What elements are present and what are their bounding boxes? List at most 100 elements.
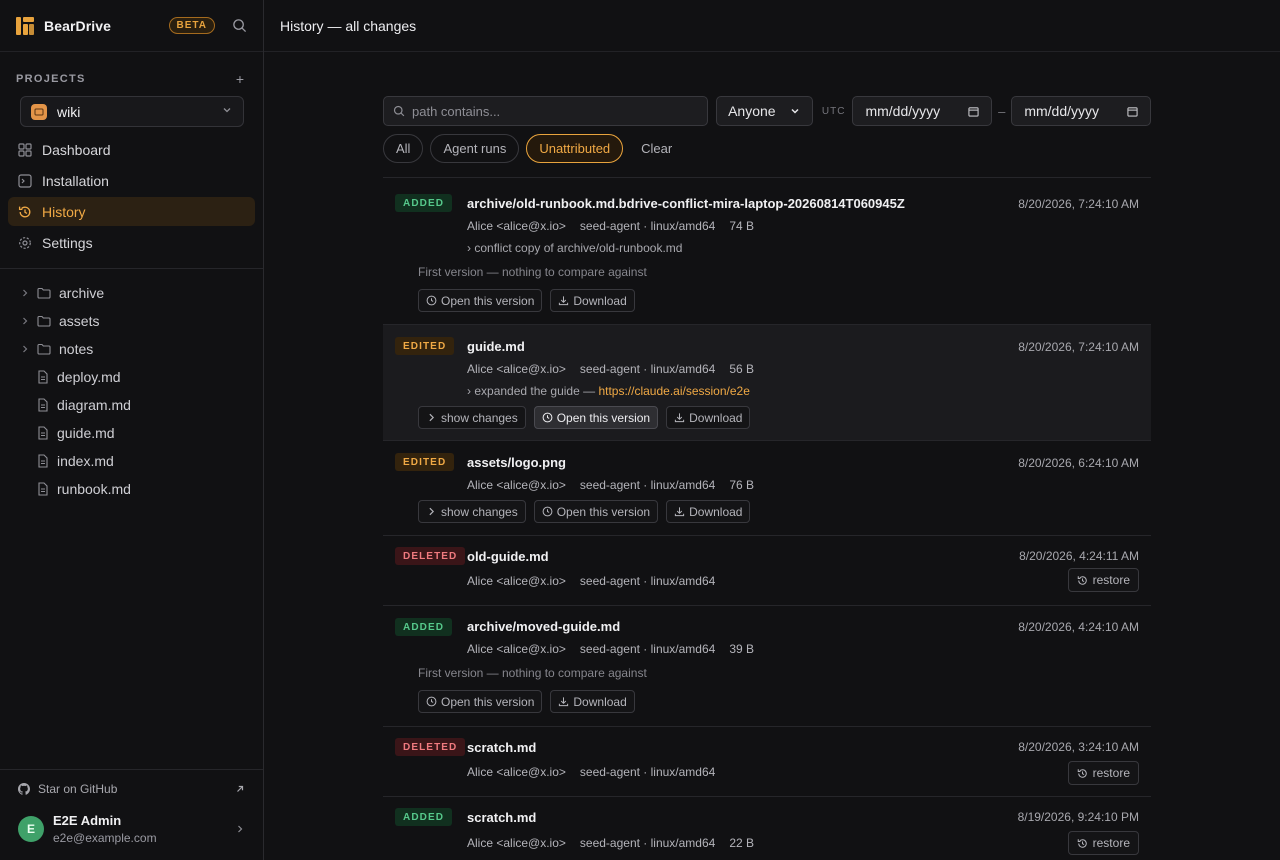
entry-agent: seed-agent · linux/amd64 bbox=[579, 836, 716, 850]
file-icon bbox=[38, 426, 48, 440]
github-star-link[interactable]: Star on GitHub bbox=[0, 770, 263, 808]
nav-installation[interactable]: Installation bbox=[8, 166, 255, 195]
show-changes-button[interactable]: show changes bbox=[418, 406, 526, 429]
clear-filters-button[interactable]: Clear bbox=[630, 134, 683, 163]
chevron-right-icon bbox=[17, 288, 33, 298]
entry-author: Alice <alice@x.io> bbox=[467, 219, 566, 233]
file-label: deploy.md bbox=[57, 369, 121, 385]
entry-path[interactable]: guide.md bbox=[467, 339, 525, 354]
chevron-right-icon bbox=[17, 316, 33, 326]
folder-label: assets bbox=[59, 313, 100, 329]
chip-unattributed[interactable]: Unattributed bbox=[526, 134, 624, 163]
history-entry: ADDED archive/old-runbook.md.bdrive-conf… bbox=[383, 178, 1151, 325]
tree-file-runbook[interactable]: runbook.md bbox=[0, 475, 263, 503]
entry-path[interactable]: archive/old-runbook.md.bdrive-conflict-m… bbox=[467, 196, 905, 211]
beardrive-logo-icon[interactable] bbox=[16, 16, 34, 35]
entry-agent: seed-agent · linux/amd64 bbox=[579, 642, 716, 656]
download-button[interactable]: Download bbox=[666, 500, 751, 523]
change-badge: DELETED bbox=[395, 547, 466, 565]
clock-icon bbox=[542, 506, 553, 517]
entry-path[interactable]: archive/moved-guide.md bbox=[467, 619, 620, 634]
tree-folder-archive[interactable]: archive bbox=[0, 279, 263, 307]
change-badge: ADDED bbox=[395, 618, 453, 636]
open-version-button[interactable]: Open this version bbox=[418, 690, 543, 713]
nav-dashboard[interactable]: Dashboard bbox=[8, 135, 255, 164]
tree-file-guide[interactable]: guide.md bbox=[0, 419, 263, 447]
open-version-button[interactable]: Open this version bbox=[533, 500, 659, 523]
project-name: wiki bbox=[57, 103, 81, 120]
nav-history[interactable]: History bbox=[8, 197, 255, 226]
change-badge: EDITED bbox=[395, 337, 455, 355]
file-icon bbox=[38, 370, 48, 384]
restore-button[interactable]: restore bbox=[1067, 761, 1139, 785]
date-from-input[interactable]: mm/dd/yyyy bbox=[852, 96, 993, 126]
history-icon bbox=[1077, 768, 1087, 778]
gear-icon bbox=[19, 236, 31, 249]
entry-actions: show changes Open this version Download bbox=[418, 500, 758, 523]
tree-folder-notes[interactable]: notes bbox=[0, 335, 263, 363]
download-button[interactable]: Download bbox=[550, 289, 635, 312]
chip-all[interactable]: All bbox=[383, 134, 424, 163]
show-changes-label: show changes bbox=[441, 504, 518, 519]
chip-agent-runs[interactable]: Agent runs bbox=[430, 134, 520, 163]
show-changes-label: show changes bbox=[441, 410, 518, 425]
project-selector[interactable]: wiki bbox=[20, 96, 244, 127]
author-select[interactable]: Anyone bbox=[716, 96, 813, 126]
entry-path[interactable]: assets/logo.png bbox=[467, 455, 566, 470]
user-info: E2E Admin e2e@example.com bbox=[53, 813, 157, 845]
entry-time: 8/19/2026, 9:24:10 PM bbox=[1017, 810, 1139, 824]
page-title: History — all changes bbox=[280, 17, 417, 34]
nav-settings[interactable]: Settings bbox=[8, 228, 255, 257]
entry-time: 8/20/2026, 7:24:10 AM bbox=[1018, 197, 1139, 211]
restore-button[interactable]: restore bbox=[1067, 568, 1139, 592]
history-entry: EDITED assets/logo.png 8/20/2026, 6:24:1… bbox=[383, 441, 1151, 536]
show-changes-button[interactable]: show changes bbox=[418, 500, 526, 523]
github-star-label: Star on GitHub bbox=[38, 782, 118, 796]
user-email: e2e@example.com bbox=[53, 831, 157, 845]
entry-meta: Alice <alice@x.io> seed-agent · linux/am… bbox=[467, 642, 754, 656]
download-icon bbox=[559, 296, 569, 306]
folder-icon bbox=[37, 315, 51, 327]
dashboard-icon bbox=[18, 142, 32, 157]
user-menu[interactable]: E E2E Admin e2e@example.com bbox=[0, 808, 263, 850]
download-label: Download bbox=[689, 504, 743, 519]
entry-path[interactable]: scratch.md bbox=[467, 810, 536, 825]
entry-message-text: conflict copy of archive/old-runbook.md bbox=[474, 241, 683, 255]
add-project-icon[interactable]: + bbox=[233, 71, 247, 87]
open-version-label: Open this version bbox=[441, 293, 535, 308]
date-to-input[interactable]: mm/dd/yyyy bbox=[1011, 96, 1151, 126]
session-link[interactable]: https://claude.ai/session/e2e bbox=[598, 384, 749, 398]
nav-history-label: History bbox=[42, 203, 86, 220]
file-icon bbox=[38, 454, 48, 468]
entry-path[interactable]: old-guide.md bbox=[467, 549, 549, 564]
calendar-icon bbox=[1127, 106, 1138, 117]
tree-file-index[interactable]: index.md bbox=[0, 447, 263, 475]
folder-icon bbox=[37, 343, 51, 355]
chevron-right-icon bbox=[429, 507, 435, 516]
date-to-value: mm/dd/yyyy bbox=[1024, 103, 1100, 119]
entry-time: 8/20/2026, 6:24:10 AM bbox=[1018, 456, 1139, 470]
entry-path[interactable]: scratch.md bbox=[467, 740, 536, 755]
history-list: ADDED archive/old-runbook.md.bdrive-conf… bbox=[383, 177, 1151, 860]
download-label: Download bbox=[573, 293, 627, 308]
path-filter-placeholder: path contains... bbox=[412, 103, 501, 119]
tree-file-deploy[interactable]: deploy.md bbox=[0, 363, 263, 391]
download-button[interactable]: Download bbox=[666, 406, 751, 429]
download-button[interactable]: Download bbox=[550, 690, 635, 713]
entry-meta: Alice <alice@x.io> seed-agent · linux/am… bbox=[467, 219, 754, 233]
search-icon[interactable] bbox=[231, 18, 247, 34]
path-filter-input[interactable]: path contains... bbox=[383, 96, 709, 126]
terminal-icon bbox=[18, 173, 32, 188]
first-version-note: First version — nothing to compare again… bbox=[418, 265, 647, 279]
project-icon bbox=[31, 103, 47, 120]
brand-bar: BearDrive BETA bbox=[0, 0, 263, 52]
app-name: BearDrive bbox=[44, 17, 112, 34]
tree-folder-assets[interactable]: assets bbox=[0, 307, 263, 335]
restore-label: restore bbox=[1092, 573, 1130, 587]
tree-file-diagram[interactable]: diagram.md bbox=[0, 391, 263, 419]
download-label: Download bbox=[689, 410, 743, 425]
open-version-button[interactable]: Open this version bbox=[418, 289, 543, 312]
restore-button[interactable]: restore bbox=[1067, 831, 1139, 855]
folder-label: notes bbox=[59, 341, 94, 357]
open-version-button[interactable]: Open this version bbox=[533, 406, 659, 429]
